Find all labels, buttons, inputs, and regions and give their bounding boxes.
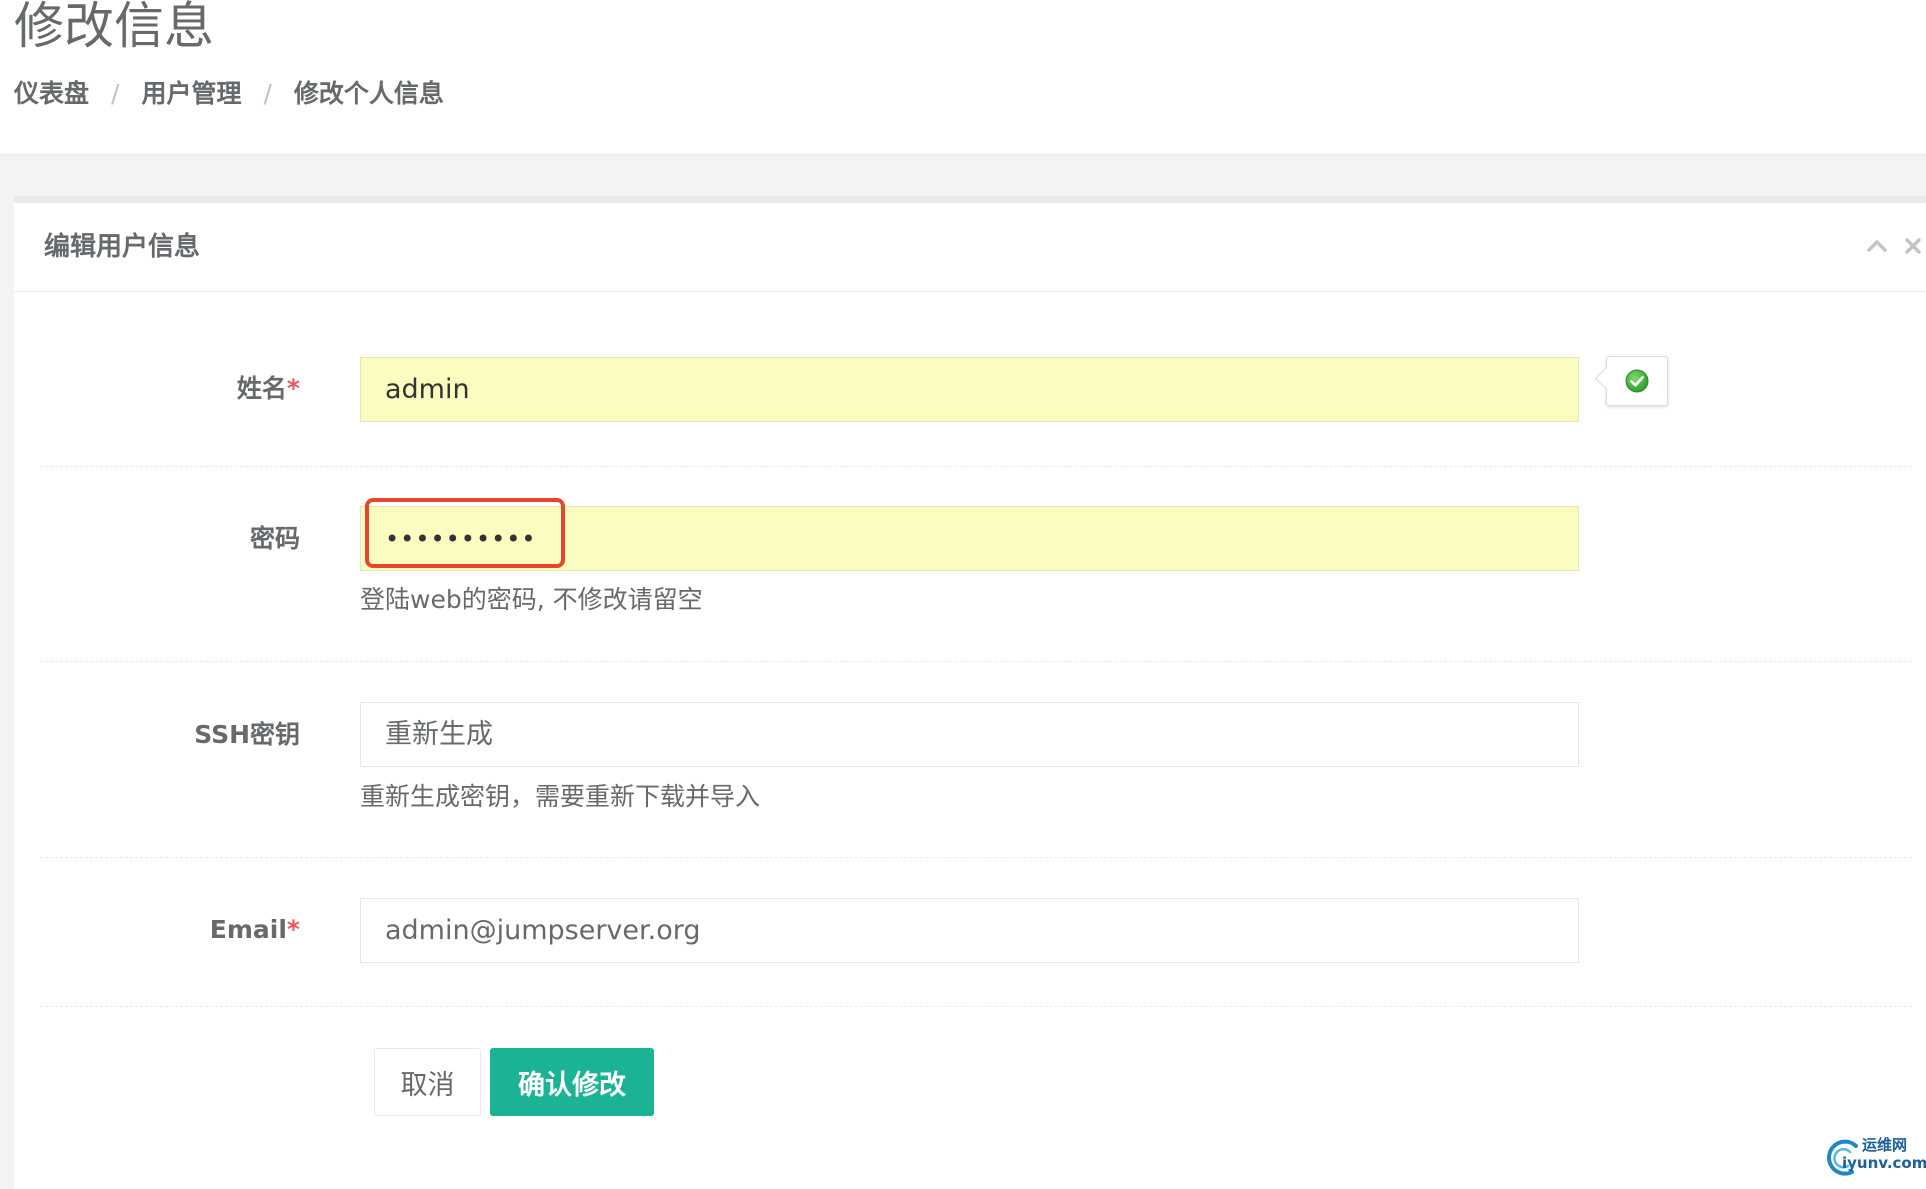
panel-header: 编辑用户信息	[14, 203, 1926, 292]
edit-user-panel: 编辑用户信息	[14, 196, 1926, 1189]
row-divider	[40, 466, 1912, 467]
password-label: 密码	[249, 524, 300, 553]
email-input[interactable]	[360, 898, 1579, 963]
name-input[interactable]	[360, 357, 1579, 422]
check-icon	[1625, 369, 1649, 393]
breadcrumb-item-current: 修改个人信息	[293, 79, 444, 108]
panel-title: 编辑用户信息	[44, 232, 201, 262]
breadcrumb-item-dashboard[interactable]: 仪表盘	[14, 79, 89, 108]
breadcrumb-item-user-management[interactable]: 用户管理	[141, 79, 241, 108]
password-help-text: 登陆web的密码, 不修改请留空	[360, 585, 703, 614]
required-mark: *	[286, 915, 300, 944]
watermark-logo: 运维网 iyunv.com	[1822, 1134, 1926, 1178]
required-mark: *	[286, 374, 300, 403]
watermark-text-line1: 运维网	[1862, 1136, 1908, 1154]
email-label: Email*	[209, 915, 300, 944]
row-divider	[40, 1006, 1912, 1007]
submit-button[interactable]: 确认修改	[490, 1048, 654, 1116]
watermark-text-line2: iyunv.com	[1842, 1154, 1926, 1172]
ssh-key-input[interactable]	[360, 702, 1579, 767]
page-heading: 修改信息 仪表盘 / 用户管理 / 修改个人信息	[0, 0, 1926, 155]
ssh-key-label: SSH密钥	[194, 720, 300, 749]
close-icon[interactable]	[1900, 233, 1926, 259]
password-input[interactable]	[360, 506, 1579, 571]
ssh-key-help-text: 重新生成密钥，需要重新下载并导入	[360, 782, 761, 811]
cancel-button[interactable]: 取消	[374, 1048, 481, 1116]
validation-tooltip	[1606, 356, 1668, 406]
row-divider	[40, 661, 1912, 662]
breadcrumb: 仪表盘 / 用户管理 / 修改个人信息	[14, 74, 444, 114]
breadcrumb-separator: /	[111, 79, 120, 108]
row-divider	[40, 857, 1912, 858]
chevron-up-icon[interactable]	[1864, 233, 1890, 259]
page-title: 修改信息	[14, 0, 214, 55]
name-label: 姓名*	[236, 374, 300, 403]
breadcrumb-separator: /	[263, 79, 272, 108]
